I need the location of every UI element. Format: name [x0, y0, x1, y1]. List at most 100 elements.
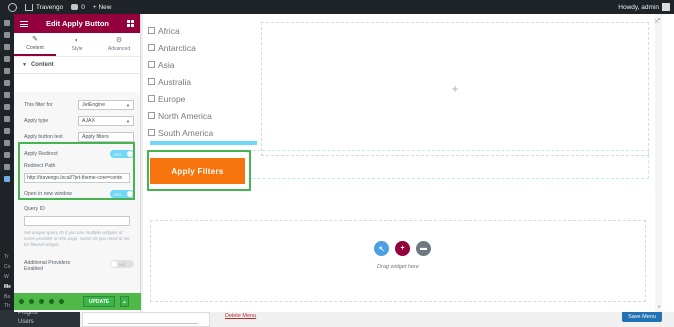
list-item[interactable]: North America [148, 107, 255, 124]
comments-icon[interactable] [4, 68, 10, 74]
menu-icon[interactable] [4, 140, 10, 146]
pin-icon[interactable] [4, 32, 10, 38]
widget-selection-bar [150, 141, 257, 145]
drag-widget-text: Drag widget here [377, 264, 419, 270]
chevron-down-icon: ▼ [126, 118, 130, 124]
scrollbar[interactable] [655, 14, 662, 312]
highlight-box [147, 150, 251, 191]
list-item[interactable]: Europe [148, 90, 255, 107]
sidebar-cut-label: Co [4, 264, 11, 270]
tab-style[interactable]: ◐ Style [56, 33, 98, 56]
checkbox-label: South America [158, 127, 214, 138]
dashboard-icon[interactable] [4, 20, 10, 26]
pages-icon[interactable] [4, 56, 10, 62]
comment-bubble-icon [71, 4, 79, 10]
comments-link[interactable]: 0 [71, 4, 85, 11]
control-filter-for: This filter for JetEngine ▼ [24, 100, 134, 110]
jet-engine-icon[interactable] [4, 152, 10, 158]
sidebar-cut-label: Ba [4, 294, 11, 300]
checkbox[interactable] [148, 78, 155, 85]
tab-label: Style [71, 46, 83, 52]
control-label: This filter for [24, 102, 53, 108]
filter-for-select[interactable]: JetEngine ▼ [78, 100, 134, 110]
sidebar-cut-label: Tr [4, 254, 9, 260]
control-label: Additional Providers Enabled [24, 260, 71, 272]
half-circle-icon: ◐ [74, 37, 80, 44]
control-query-id: Query ID [24, 206, 134, 212]
wp-sidebar-bottom [0, 310, 80, 327]
new-content-link[interactable]: + New [93, 4, 112, 11]
tab-content[interactable]: ✎ Content [14, 33, 56, 56]
checkbox-label: Europe [158, 93, 186, 104]
media-icon[interactable] [4, 44, 10, 50]
comments-count: 0 [81, 3, 85, 11]
widgets-grid-icon[interactable] [127, 20, 134, 27]
update-options-caret-icon[interactable]: ▲ [120, 296, 129, 307]
folder-icon[interactable]: ▬ [416, 241, 431, 256]
checkbox[interactable] [148, 112, 155, 119]
layers-icon[interactable] [29, 299, 34, 304]
hamburger-menu-icon[interactable] [20, 20, 28, 27]
section-content-header[interactable]: ▼ Content [14, 57, 140, 74]
site-name-link[interactable]: Travengo [25, 3, 63, 11]
control-label: Query ID [24, 206, 45, 212]
drop-zone-actions: ↖ + ▬ [374, 241, 431, 256]
checkbox[interactable] [148, 61, 155, 68]
add-template-icon[interactable]: + [395, 241, 410, 256]
close-icon[interactable]: ✕ [653, 17, 660, 26]
plugin-icon[interactable] [4, 164, 10, 170]
list-item[interactable]: Asia [148, 56, 255, 73]
checkbox[interactable] [148, 129, 155, 136]
responsive-icon[interactable] [49, 299, 54, 304]
account-menu[interactable]: Howdy, admin [618, 0, 670, 14]
pencil-icon: ✎ [32, 36, 38, 43]
tools-icon[interactable] [4, 176, 10, 182]
additional-providers-toggle[interactable]: NO [110, 260, 134, 268]
drop-zone[interactable]: ↖ + ▬ Drag widget here [150, 220, 646, 302]
gear-icon: ⚙ [115, 37, 123, 44]
star-icon[interactable] [4, 116, 10, 122]
home-icon [25, 3, 33, 11]
wp-logo-menu[interactable] [8, 2, 17, 12]
list-item[interactable]: South America [148, 124, 255, 141]
sidebar-item-users[interactable]: Users [18, 319, 34, 325]
checkbox[interactable] [148, 44, 155, 51]
control-label: Apply type [24, 118, 49, 124]
add-section-icon[interactable]: ↖ [374, 241, 389, 256]
wp-menu-box [82, 312, 210, 327]
control-button-text: Apply button text Apply filters [24, 132, 134, 142]
list-item[interactable]: Antarctica [148, 39, 255, 56]
checkbox-label: Australia [158, 76, 192, 87]
tab-advanced[interactable]: ⚙ Advanced [98, 33, 140, 56]
tab-label: Advanced [107, 46, 131, 52]
control-additional-providers: Additional Providers Enabled NO [24, 260, 134, 272]
checkbox-filter: Africa Antarctica Asia Australia Europe … [148, 22, 255, 141]
apply-type-select[interactable]: AJAX ▼ [78, 116, 134, 126]
jet-icon[interactable] [4, 104, 10, 110]
settings-icon[interactable] [19, 299, 24, 304]
delete-menu-link[interactable]: Delete Menu [225, 313, 256, 319]
panel-tabs: ✎ Content ◐ Style ⚙ Advanced [14, 33, 140, 57]
history-icon[interactable] [39, 299, 44, 304]
scroll-down-icon[interactable]: ▼ [657, 304, 661, 309]
control-apply-type: Apply type AJAX ▼ [24, 116, 134, 126]
eye-icon[interactable] [59, 299, 64, 304]
query-id-input[interactable] [24, 216, 130, 226]
checkbox-label: North America [158, 110, 212, 121]
checkbox[interactable] [148, 95, 155, 102]
add-element-plus-icon[interactable]: + [451, 82, 458, 96]
checkbox[interactable] [148, 27, 155, 34]
list-item[interactable]: Australia [148, 73, 255, 90]
templates-icon[interactable] [4, 92, 10, 98]
wp-admin-sidebar: Tr Co W Me Ba Th [0, 14, 14, 327]
checkbox-label: Asia [158, 59, 175, 70]
empty-column[interactable]: + [261, 22, 649, 156]
appearance-icon[interactable] [4, 128, 10, 134]
list-item[interactable]: Africa [148, 22, 255, 39]
wp-admin-bar: Travengo 0 + New Howdy, admin [0, 0, 674, 14]
update-button[interactable]: UPDATE [83, 296, 115, 307]
save-menu-button[interactable]: Save Menu [622, 311, 662, 322]
elementor-icon[interactable] [4, 80, 10, 86]
button-text-input[interactable]: Apply filters [78, 132, 134, 142]
select-value: AJAX [82, 118, 95, 124]
